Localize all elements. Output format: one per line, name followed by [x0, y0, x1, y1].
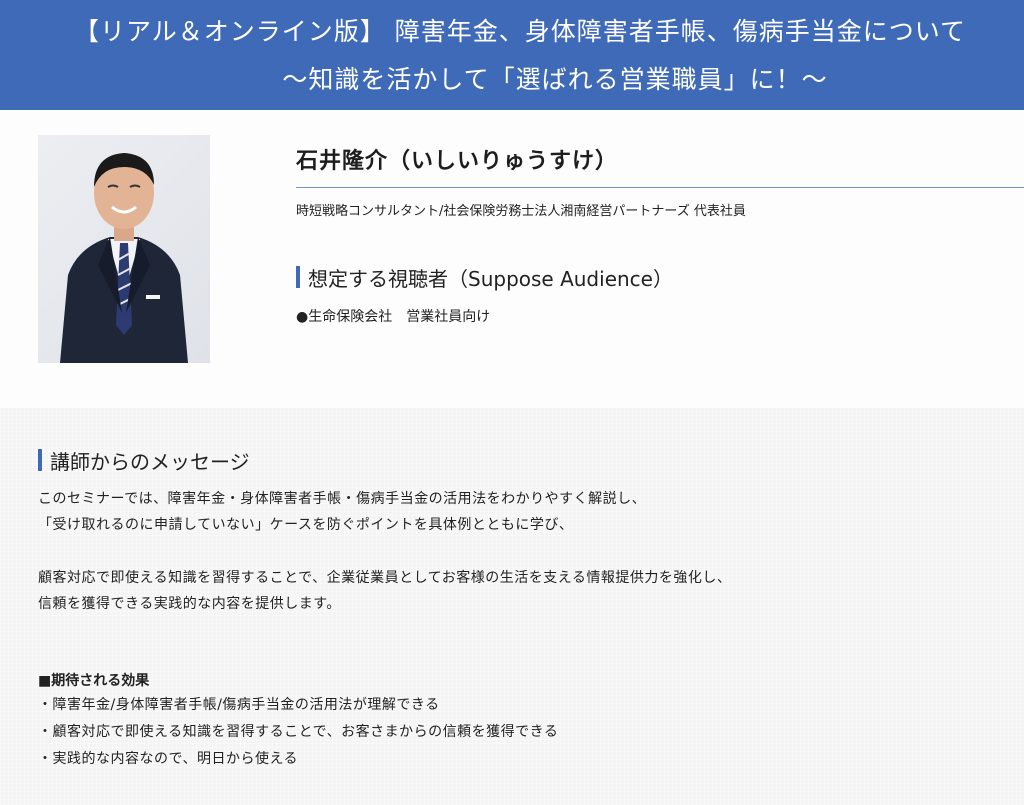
speaker-name: 石井隆介（いしいりゅうすけ）: [296, 149, 619, 174]
speaker-photo: [38, 135, 210, 363]
list-item: ・顧客対応で即使える知識を習得することで、お客さまからの信頼を獲得できる: [38, 724, 559, 740]
message-line: 「受け取れるのに申請していない」ケースを防ぐポイントを具体例とともに学び、: [38, 517, 574, 533]
page-title: 【リアル＆オンライン版】 障害年金、身体障害者手帳、傷病手当金について: [74, 17, 966, 46]
audience-text: ●生命保険会社 営業社員向け: [296, 309, 491, 325]
message-paragraph-2: 顧客対応で即使える知識を習得することで、企業従業員としてお客様の生活を支える情報…: [38, 565, 731, 617]
message-paragraph-1: このセミナーでは、障害年金・身体障害者手帳・傷病手当金の活用法をわかりやすく解説…: [38, 486, 646, 538]
message-section: 講師からのメッセージ このセミナーでは、障害年金・身体障害者手帳・傷病手当金の活…: [0, 408, 1024, 805]
list-item: ・実践的な内容なので、明日から使える: [38, 751, 299, 767]
speaker-title: 時短戦略コンサルタント/社会保険労務士法人湘南経営パートナーズ 代表社員: [296, 204, 746, 219]
effects-title: ■期待される効果: [38, 673, 150, 689]
message-line: このセミナーでは、障害年金・身体障害者手帳・傷病手当金の活用法をわかりやすく解説…: [38, 491, 647, 507]
effects-list: ・障害年金/身体障害者手帳/傷病手当金の活用法が理解できる ・顧客対応で即使える…: [38, 692, 558, 773]
message-line: 顧客対応で即使える知識を習得することで、企業従業員としてお客様の生活を支える情報…: [38, 570, 732, 586]
list-item: ・障害年金/身体障害者手帳/傷病手当金の活用法が理解できる: [38, 697, 440, 713]
speaker-profile: 石井隆介（いしいりゅうすけ） 時短戦略コンサルタント/社会保険労務士法人湘南経営…: [0, 110, 1024, 408]
message-line: 信頼を獲得できる実践的な内容を提供します。: [38, 596, 341, 612]
page-subtitle: 〜知識を活かして「選ばれる営業職員」に！〜: [282, 65, 828, 94]
header-banner: 【リアル＆オンライン版】 障害年金、身体障害者手帳、傷病手当金について 〜知識を…: [0, 0, 1024, 110]
divider: [296, 187, 1024, 188]
audience-heading: 想定する視聴者（Suppose Audience）: [296, 263, 673, 292]
message-heading: 講師からのメッセージ: [38, 446, 250, 475]
